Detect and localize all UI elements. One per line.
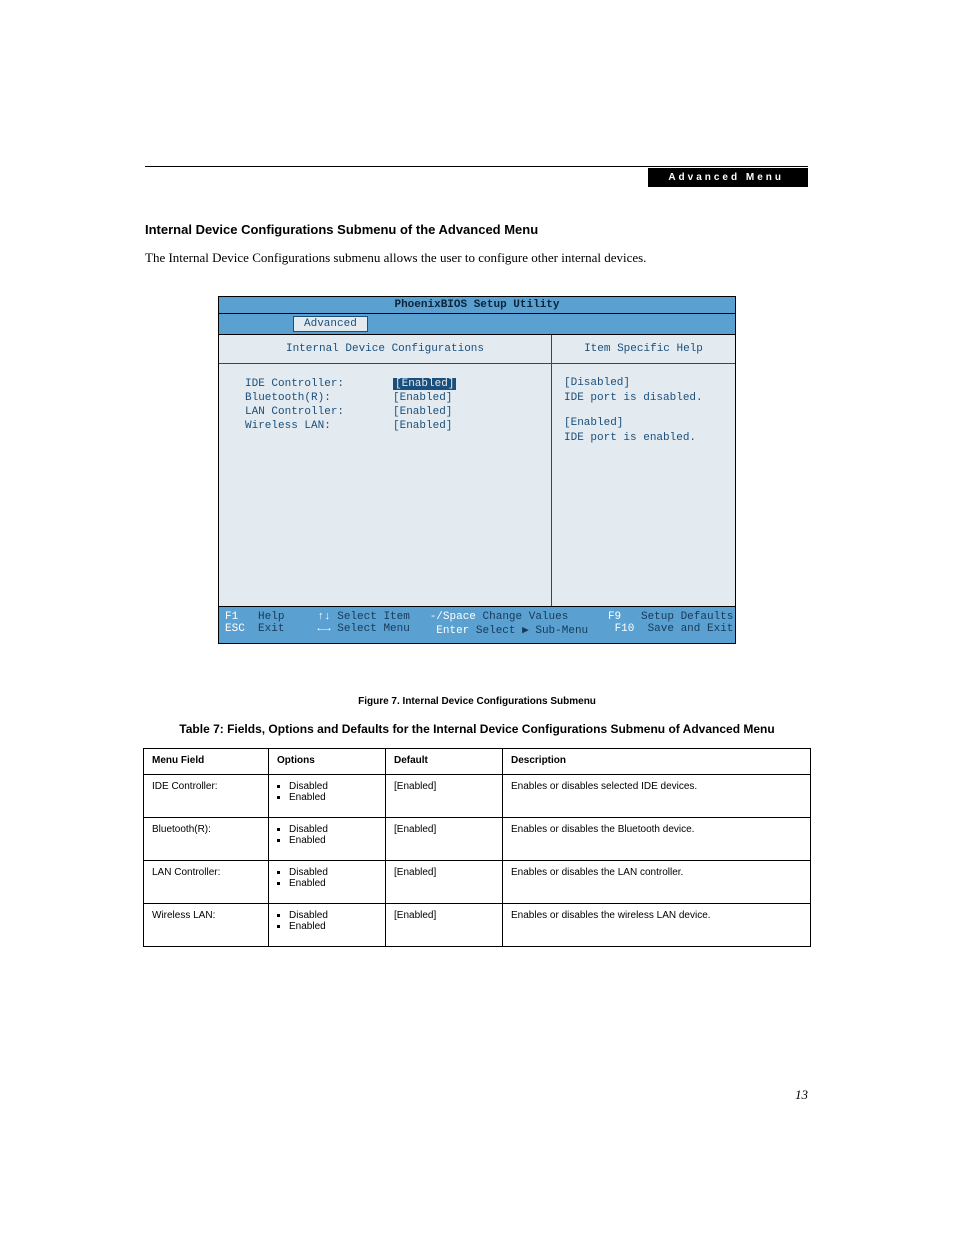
key-esc: ESC xyxy=(225,623,245,635)
help-enabled-text: IDE port is enabled. xyxy=(564,431,723,446)
cell-menu-field: Wireless LAN: xyxy=(144,904,269,947)
cell-description: Enables or disables the LAN controller. xyxy=(503,861,811,904)
key-enter: Enter xyxy=(436,625,469,637)
cell-menu-field: Bluetooth(R): xyxy=(144,818,269,861)
th-options: Options xyxy=(269,749,386,775)
section-title: Internal Device Configurations Submenu o… xyxy=(145,222,538,237)
arrows-leftright-icon: ←→ xyxy=(317,623,330,635)
bios-setting-wlan[interactable]: Wireless LAN: [Enabled] xyxy=(245,420,535,432)
cell-description: Enables or disables the wireless LAN dev… xyxy=(503,904,811,947)
figure-caption: Figure 7. Internal Device Configurations… xyxy=(0,696,954,707)
bios-setting-bluetooth[interactable]: Bluetooth(R): [Enabled] xyxy=(245,392,535,404)
option-item: Enabled xyxy=(289,878,377,889)
bios-setting-value[interactable]: [Enabled] xyxy=(393,420,452,432)
cell-default: [Enabled] xyxy=(386,904,503,947)
option-item: Enabled xyxy=(289,792,377,803)
footer-exit: Exit xyxy=(258,623,284,635)
table-row: IDE Controller:DisabledEnabled[Enabled]E… xyxy=(144,775,811,818)
bios-screenshot: PhoenixBIOS Setup Utility Advanced Inter… xyxy=(218,296,736,644)
key-f9: F9 xyxy=(608,611,621,623)
cell-menu-field: LAN Controller: xyxy=(144,861,269,904)
cell-description: Enables or disables selected IDE devices… xyxy=(503,775,811,818)
option-item: Disabled xyxy=(289,910,377,921)
header-section-label: Advanced Menu xyxy=(648,168,808,187)
footer-save-exit: Save and Exit xyxy=(648,623,734,635)
table-row: Wireless LAN:DisabledEnabled[Enabled]Ena… xyxy=(144,904,811,947)
bios-settings-list: IDE Controller: [Enabled] Bluetooth(R): … xyxy=(219,364,551,606)
help-disabled-text: IDE port is disabled. xyxy=(564,391,723,406)
option-item: Disabled xyxy=(289,867,377,878)
cell-options: DisabledEnabled xyxy=(269,818,386,861)
bios-title: PhoenixBIOS Setup Utility xyxy=(219,297,735,314)
bios-left-title: Internal Device Configurations xyxy=(219,335,551,364)
bios-setting-label: Bluetooth(R): xyxy=(245,392,393,404)
cell-default: [Enabled] xyxy=(386,861,503,904)
cell-options: DisabledEnabled xyxy=(269,775,386,818)
th-default: Default xyxy=(386,749,503,775)
footer-change-values: Change Values xyxy=(483,611,569,623)
th-description: Description xyxy=(503,749,811,775)
footer-select-menu: Select Menu xyxy=(337,623,410,635)
arrows-updown-icon: ↑↓ xyxy=(317,611,330,623)
bios-setting-value[interactable]: [Enabled] xyxy=(393,392,452,404)
bios-setting-lan[interactable]: LAN Controller: [Enabled] xyxy=(245,406,535,418)
table-row: Bluetooth(R):DisabledEnabled[Enabled]Ena… xyxy=(144,818,811,861)
bios-setting-value[interactable]: [Enabled] xyxy=(393,378,456,390)
table-title: Table 7: Fields, Options and Defaults fo… xyxy=(143,722,811,736)
key-f1: F1 xyxy=(225,611,238,623)
help-enabled-label: [Enabled] xyxy=(564,416,723,431)
table-header-row: Menu Field Options Default Description xyxy=(144,749,811,775)
option-item: Disabled xyxy=(289,824,377,835)
bios-setting-label: LAN Controller: xyxy=(245,406,393,418)
key-f10: F10 xyxy=(615,623,635,635)
help-disabled-label: [Disabled] xyxy=(564,376,723,391)
cell-description: Enables or disables the Bluetooth device… xyxy=(503,818,811,861)
header-rule xyxy=(145,166,808,167)
bios-tabbar: Advanced xyxy=(219,314,735,335)
bios-setting-label: IDE Controller: xyxy=(245,378,393,390)
page-number: 13 xyxy=(795,1087,808,1103)
footer-setup-defaults: Setup Defaults xyxy=(641,611,733,623)
cell-menu-field: IDE Controller: xyxy=(144,775,269,818)
bios-setting-value[interactable]: [Enabled] xyxy=(393,406,452,418)
options-table: Menu Field Options Default Description I… xyxy=(143,748,811,947)
cell-default: [Enabled] xyxy=(386,818,503,861)
cell-options: DisabledEnabled xyxy=(269,904,386,947)
bios-help-title: Item Specific Help xyxy=(552,335,735,364)
option-item: Enabled xyxy=(289,921,377,932)
bios-setting-label: Wireless LAN: xyxy=(245,420,393,432)
th-menu-field: Menu Field xyxy=(144,749,269,775)
option-item: Disabled xyxy=(289,781,377,792)
bios-footer: F1 Help ↑↓ Select Item -/Space Change Va… xyxy=(219,606,735,643)
section-intro: The Internal Device Configurations subme… xyxy=(145,250,646,266)
footer-select-item: Select Item xyxy=(337,611,410,623)
table-row: LAN Controller:DisabledEnabled[Enabled]E… xyxy=(144,861,811,904)
footer-select-submenu: Select ▶ Sub-Menu xyxy=(476,625,588,637)
bios-setting-ide[interactable]: IDE Controller: [Enabled] xyxy=(245,378,535,390)
option-item: Enabled xyxy=(289,835,377,846)
cell-options: DisabledEnabled xyxy=(269,861,386,904)
footer-help: Help xyxy=(258,611,284,623)
bios-help-text: [Disabled] IDE port is disabled. [Enable… xyxy=(552,364,735,604)
cell-default: [Enabled] xyxy=(386,775,503,818)
tab-advanced[interactable]: Advanced xyxy=(293,316,368,332)
key-minus-space: -/Space xyxy=(430,611,476,623)
